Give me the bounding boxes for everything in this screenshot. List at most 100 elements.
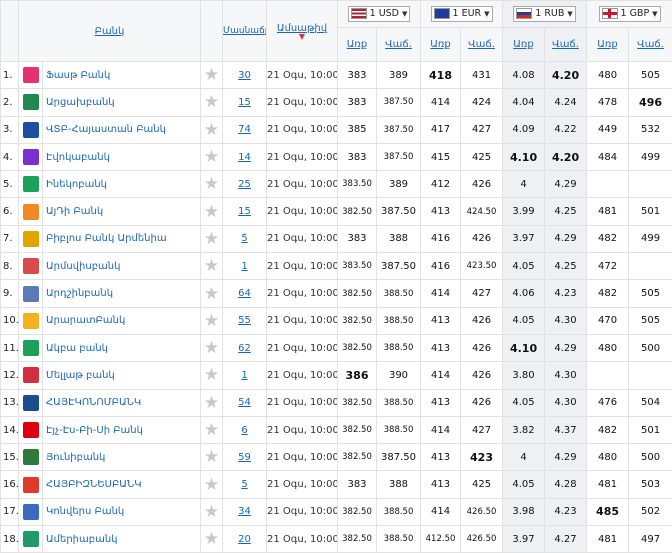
branches-header[interactable]: Մասնաճյուղեր: [223, 1, 267, 62]
branches-link[interactable]: 59: [223, 444, 267, 471]
usd-selector[interactable]: 1 USD▼: [338, 1, 421, 28]
branches-link[interactable]: 15: [223, 89, 267, 116]
bank-name-link[interactable]: ԱրարատԲանկ: [43, 307, 201, 334]
eur-sell-header[interactable]: Վաճ.: [461, 28, 503, 62]
favorite-star-icon[interactable]: ★: [201, 471, 223, 498]
rate-eur-buy: 413: [421, 198, 461, 225]
bank-name-link[interactable]: Բիբլոս Բանկ Արմենիա: [43, 225, 201, 252]
bank-name-link[interactable]: Էյչ-Էս-Բի-Սի Բանկ: [43, 416, 201, 443]
favorite-star-icon[interactable]: ★: [201, 307, 223, 334]
favorite-star-icon[interactable]: ★: [201, 498, 223, 525]
favorite-star-icon[interactable]: ★: [201, 389, 223, 416]
branches-link[interactable]: 55: [223, 307, 267, 334]
rate-eur-sell: 426: [461, 225, 503, 252]
favorite-star-icon[interactable]: ★: [201, 198, 223, 225]
favorite-star-icon[interactable]: ★: [201, 62, 223, 89]
rub-selector[interactable]: 1 RUB▼: [503, 1, 587, 28]
branches-link[interactable]: 20: [223, 526, 267, 553]
bank-logo-icon[interactable]: [19, 471, 43, 498]
bank-name-link[interactable]: ՀԱՅԲԻԶՆԵՍԲԱՆԿ: [43, 471, 201, 498]
branches-link[interactable]: 74: [223, 116, 267, 143]
bank-logo-icon[interactable]: [19, 526, 43, 553]
bank-name-link[interactable]: Արցախբանկ: [43, 89, 201, 116]
bank-logo-icon[interactable]: [19, 444, 43, 471]
bank-logo-icon[interactable]: [19, 416, 43, 443]
bank-name-link[interactable]: Յունիբանկ: [43, 444, 201, 471]
gbp-buy-header[interactable]: Առք: [587, 28, 629, 62]
date-header[interactable]: Ամսաթիվ▼: [267, 1, 338, 62]
branches-link[interactable]: 5: [223, 471, 267, 498]
bank-name-link[interactable]: Ինեկոբանկ: [43, 171, 201, 198]
branches-link[interactable]: 62: [223, 334, 267, 361]
bank-logo-icon[interactable]: [19, 198, 43, 225]
branches-link[interactable]: 1: [223, 362, 267, 389]
rate-eur-buy: 418: [421, 62, 461, 89]
branches-link[interactable]: 30: [223, 62, 267, 89]
rate-usd-sell: 388: [377, 225, 421, 252]
bank-name-link[interactable]: Էվոկաբանկ: [43, 143, 201, 170]
bank-name-link[interactable]: ՎՏԲ-Հայաստան Բանկ: [43, 116, 201, 143]
favorite-star-icon[interactable]: ★: [201, 526, 223, 553]
bank-name-link[interactable]: Արդշինբանկ: [43, 280, 201, 307]
branches-link[interactable]: 14: [223, 143, 267, 170]
bank-name-link[interactable]: Ֆասթ Բանկ: [43, 62, 201, 89]
eur-selector[interactable]: 1 EUR▼: [421, 1, 503, 28]
rub-buy-header[interactable]: Առք: [503, 28, 545, 62]
favorite-star-icon[interactable]: ★: [201, 416, 223, 443]
branches-link[interactable]: 6: [223, 416, 267, 443]
gbp-selector[interactable]: 1 GBP▼: [587, 1, 672, 28]
branches-link[interactable]: 25: [223, 171, 267, 198]
bank-logo-icon[interactable]: [19, 253, 43, 280]
branches-link[interactable]: 34: [223, 498, 267, 525]
row-number: 5.: [1, 171, 19, 198]
favorite-star-icon[interactable]: ★: [201, 89, 223, 116]
bank-logo-icon[interactable]: [19, 116, 43, 143]
favorite-star-icon[interactable]: ★: [201, 253, 223, 280]
bank-logo-icon[interactable]: [19, 225, 43, 252]
usd-sell-header[interactable]: Վաճ.: [377, 28, 421, 62]
favorite-star-icon[interactable]: ★: [201, 444, 223, 471]
favorite-star-icon[interactable]: ★: [201, 280, 223, 307]
favorite-star-icon[interactable]: ★: [201, 225, 223, 252]
bank-logo-icon: [23, 204, 39, 220]
table-row: 15.Յունիբանկ★5921 Օգս, 10:00382.50387.50…: [1, 444, 672, 471]
bank-logo-icon[interactable]: [19, 280, 43, 307]
rate-eur-buy: 413: [421, 471, 461, 498]
bank-name-link[interactable]: ՀԱՅԷԿՈՆՈՄԲԱՆԿ: [43, 389, 201, 416]
bank-logo-icon[interactable]: [19, 171, 43, 198]
eur-buy-header[interactable]: Առք: [421, 28, 461, 62]
favorite-star-icon[interactable]: ★: [201, 116, 223, 143]
branches-link[interactable]: 15: [223, 198, 267, 225]
gbp-sell-header[interactable]: Վաճ.: [629, 28, 672, 62]
bank-name-link[interactable]: Ամերիաբանկ: [43, 526, 201, 553]
rub-sell-header[interactable]: Վաճ.: [545, 28, 587, 62]
bank-name-link[interactable]: Կոնվերս Բանկ: [43, 498, 201, 525]
bank-logo-icon[interactable]: [19, 307, 43, 334]
favorite-star-icon[interactable]: ★: [201, 362, 223, 389]
rate-eur-sell: 426.50: [461, 526, 503, 553]
branches-link[interactable]: 54: [223, 389, 267, 416]
bank-name-link[interactable]: Արմսվիսբանկ: [43, 253, 201, 280]
rate-gbp-sell: 504: [629, 389, 672, 416]
bank-logo-icon[interactable]: [19, 143, 43, 170]
bank-logo-icon[interactable]: [19, 62, 43, 89]
bank-header[interactable]: Բանկ: [19, 1, 201, 62]
favorite-star-icon[interactable]: ★: [201, 334, 223, 361]
bank-logo-icon[interactable]: [19, 334, 43, 361]
bank-logo-icon[interactable]: [19, 362, 43, 389]
bank-name-link[interactable]: ԱյԴի Բանկ: [43, 198, 201, 225]
bank-logo-icon[interactable]: [19, 498, 43, 525]
bank-logo-icon[interactable]: [19, 389, 43, 416]
bank-name-link[interactable]: Ակբա բանկ: [43, 334, 201, 361]
bank-logo-icon[interactable]: [19, 89, 43, 116]
branches-link[interactable]: 5: [223, 225, 267, 252]
update-date: 21 Օգս, 10:00: [267, 526, 338, 553]
bank-logo-icon: [23, 67, 39, 83]
usd-buy-header[interactable]: Առք: [338, 28, 377, 62]
branches-link[interactable]: 64: [223, 280, 267, 307]
favorite-star-icon[interactable]: ★: [201, 171, 223, 198]
favorite-star-icon[interactable]: ★: [201, 143, 223, 170]
update-date: 21 Օգս, 10:00: [267, 89, 338, 116]
bank-name-link[interactable]: Մելլաթ բանկ: [43, 362, 201, 389]
branches-link[interactable]: 1: [223, 253, 267, 280]
